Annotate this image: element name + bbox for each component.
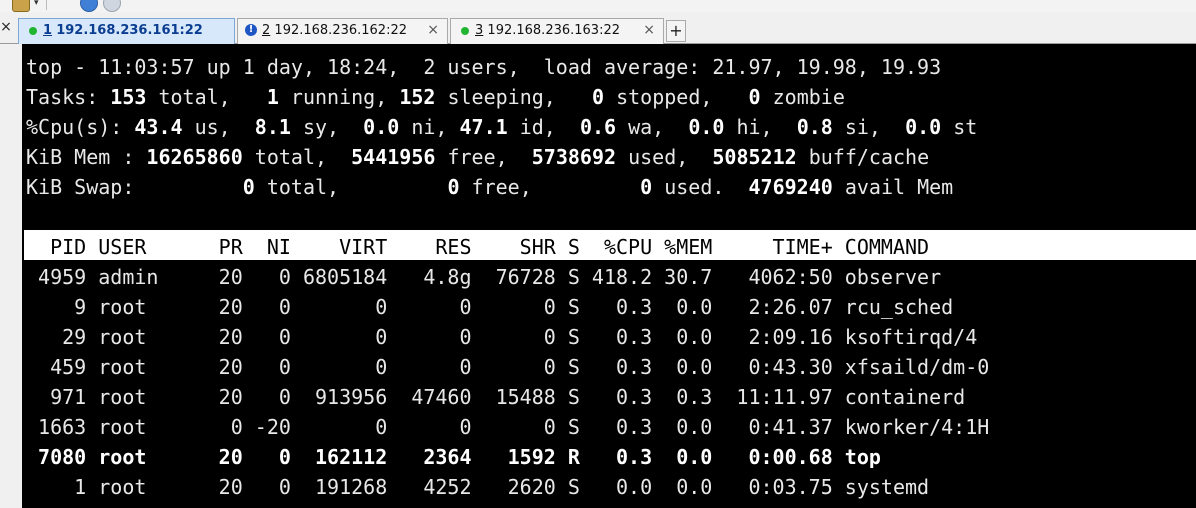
top-summary-line: top - 11:03:57 up 1 day, 18:24, 2 users,… (26, 55, 942, 79)
tab-close-icon[interactable]: × (427, 22, 439, 38)
warning-icon: ! (245, 24, 257, 36)
process-row: 9 root 20 0 0 0 0 S 0.3 0.0 2:26.07 rcu_… (26, 295, 954, 319)
tab-session-2[interactable]: ! 2 192.168.236.162:22 × (237, 18, 448, 44)
process-row: 29 root 20 0 0 0 0 S 0.3 0.0 2:09.16 kso… (26, 325, 978, 349)
tab-close-icon[interactable]: × (643, 22, 655, 38)
process-table-header: PID USER PR NI VIRT RES SHR S %CPU %MEM … (26, 235, 930, 259)
new-tab-button[interactable]: + (666, 20, 686, 42)
process-row: 7080 root 20 0 162112 2364 1592 R 0.3 0.… (26, 445, 881, 469)
toolbar-separator (46, 0, 47, 10)
process-row: 4959 admin 20 0 6805184 4.8g 76728 S 418… (26, 265, 942, 289)
session-icon[interactable] (12, 0, 30, 12)
tasks-line: Tasks: 153 total, 1 running, 152 sleepin… (26, 85, 845, 109)
tab-session-3[interactable]: 3 192.168.236.163:22 × (450, 18, 664, 44)
tab-label: 3 192.168.236.163:22 (475, 23, 620, 38)
connected-status-icon (29, 27, 37, 35)
tab-label: 1 192.168.236.161:22 (43, 23, 203, 38)
dropdown-arrow-icon[interactable]: ▾ (34, 0, 39, 8)
session-tab-bar: × 1 192.168.236.161:22 ! 2 192.168.236.1… (0, 12, 1196, 44)
swap-line: KiB Swap: 0 total, 0 free, 0 used. 47692… (26, 175, 954, 199)
chat-icon[interactable] (103, 0, 121, 12)
process-row: 459 root 20 0 0 0 0 S 0.3 0.0 0:43.30 xf… (26, 355, 990, 379)
close-tab-icon[interactable]: × (0, 19, 12, 35)
terminal-pane[interactable]: top - 11:03:57 up 1 day, 18:24, 2 users,… (22, 44, 1196, 508)
connected-status-icon (461, 27, 469, 35)
cpu-line: %Cpu(s): 43.4 us, 8.1 sy, 0.0 ni, 47.1 i… (26, 115, 978, 139)
info-icon[interactable] (80, 0, 98, 12)
toolbar: ▾ (0, 0, 1196, 12)
process-row: 971 root 20 0 913956 47460 15488 S 0.3 0… (26, 385, 966, 409)
tab-label: 2 192.168.236.162:22 (262, 23, 407, 38)
tab-session-1[interactable]: 1 192.168.236.161:22 (18, 18, 235, 44)
process-row: 1 root 20 0 191268 4252 2620 S 0.0 0.0 0… (26, 475, 930, 499)
process-row: 1663 root 0 -20 0 0 0 S 0.3 0.0 0:41.37 … (26, 415, 990, 439)
mem-line: KiB Mem : 16265860 total, 5441956 free, … (26, 145, 930, 169)
